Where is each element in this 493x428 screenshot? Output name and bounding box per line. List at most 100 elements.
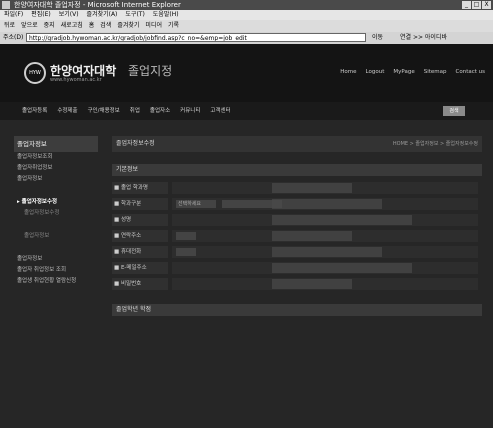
form-value — [172, 278, 478, 290]
form-value — [172, 182, 478, 194]
address-bar: 주소(D) http://gradjob.hywoman.ac.kr/gradj… — [0, 32, 493, 44]
global-nav: 졸업자등록 수정제출 구인/채용정보 취업 졸업자소 커뮤니티 고객센터 검색 — [0, 102, 493, 120]
home-button[interactable]: 홈 — [89, 20, 95, 32]
left-nav-item[interactable]: 졸업자 취업정보 조회 — [14, 265, 98, 276]
maximize-button[interactable]: □ — [472, 1, 481, 9]
window-title-bar: 한양여자대학 졸업자정 - Microsoft Internet Explore… — [0, 0, 493, 10]
left-nav-item[interactable]: 졸업자정보 — [14, 174, 98, 185]
gnb-item[interactable]: 고객센터 — [210, 102, 230, 120]
form-value — [172, 230, 478, 242]
toplink-contact[interactable]: Contact us — [456, 69, 486, 75]
form-label: ■ E-메일주소 — [112, 262, 168, 274]
redacted-region — [272, 247, 382, 257]
left-nav-item[interactable]: 졸업자취업정보 — [14, 163, 98, 174]
left-nav-item[interactable]: 졸업자정보수정 — [14, 208, 98, 219]
form-row: ■ 연락주소 — [112, 230, 482, 242]
section-title: 졸업학년 학점 — [112, 304, 482, 316]
form-row: ■ 성명 — [112, 214, 482, 226]
left-nav-item[interactable]: 졸업자정보조회 — [14, 152, 98, 163]
form-row: ■ 비밀번호 — [112, 278, 482, 290]
redacted-region — [272, 199, 382, 209]
redacted-region — [272, 231, 352, 241]
gnb-item[interactable]: 취업 — [130, 102, 140, 120]
main-content: 졸업자정보수정 HOME > 졸업자정보 > 졸업자정보수정 기본정보 ■ 졸업… — [112, 136, 482, 316]
menu-file[interactable]: 파일(F) — [4, 10, 23, 20]
ie-icon — [2, 1, 10, 9]
university-logo-icon[interactable]: HYW — [24, 62, 46, 84]
form-label: ■ 졸업 학과명 — [112, 182, 168, 194]
site-subtitle: 졸업지정 — [128, 64, 173, 78]
menu-edit[interactable]: 편집(E) — [31, 10, 51, 20]
toplink-logout[interactable]: Logout — [366, 69, 385, 75]
form-label: ■ 학과구분 — [112, 198, 168, 210]
form-label: ■ 비밀번호 — [112, 278, 168, 290]
left-nav-item[interactable]: ▸ 졸업자정보수정 — [14, 197, 98, 208]
left-nav-spacer — [14, 185, 98, 197]
menu-bar: 파일(F) 편집(E) 보기(V) 즐겨찾기(A) 도구(T) 도움말(H) — [0, 10, 493, 20]
page-title: 졸업자정보수정 — [116, 140, 155, 147]
gnb-item[interactable]: 졸업자등록 — [22, 102, 47, 120]
menu-favorites[interactable]: 즐겨찾기(A) — [87, 10, 118, 20]
gnb-item[interactable]: 구인/채용정보 — [88, 102, 120, 120]
breadcrumb: HOME > 졸업자정보 > 졸업자정보수정 — [392, 141, 478, 147]
menu-view[interactable]: 보기(V) — [59, 10, 79, 20]
form-value — [172, 246, 478, 258]
browser-toolbar: 뒤로 앞으로 중지 새로고침 홈 검색 즐겨찾기 미디어 기록 — [0, 20, 493, 32]
stop-button[interactable]: 중지 — [44, 20, 55, 32]
form-value — [172, 262, 478, 274]
gnb-item[interactable]: 졸업자소 — [150, 102, 170, 120]
toplink-sitemap[interactable]: Sitemap — [424, 69, 447, 75]
go-button[interactable]: 이동 — [372, 32, 383, 44]
left-nav-list: 졸업자정보조회 졸업자취업정보 졸업자정보 ▸ 졸업자정보수정 졸업자정보수정 졸업자정보… — [14, 152, 98, 287]
form-row: ■ 학과구분 선택하세요 — [112, 198, 482, 210]
form-label: ■ 성명 — [112, 214, 168, 226]
refresh-button[interactable]: 새로고침 — [61, 20, 83, 32]
toplink-home[interactable]: Home — [340, 69, 356, 75]
window-title: 한양여자대학 졸업자정 - Microsoft Internet Explore… — [14, 1, 181, 9]
forward-button[interactable]: 앞으로 — [21, 20, 38, 32]
site-url: www.hywoman.ac.kr — [50, 77, 102, 83]
close-button[interactable]: X — [482, 1, 491, 9]
form-input[interactable]: 선택하세요 — [176, 200, 216, 208]
address-input[interactable]: http://gradjob.hywoman.ac.kr/gradjob/job… — [26, 33, 366, 42]
search-button[interactable]: 검색 — [100, 20, 111, 32]
site-header: HYW 한양여자대학 졸업지정 www.hywoman.ac.kr Home L… — [0, 44, 493, 102]
favorites-button[interactable]: 즐겨찾기 — [117, 20, 139, 32]
toplink-mypage[interactable]: MyPage — [393, 69, 414, 75]
gnb-search-button[interactable]: 검색 — [443, 106, 465, 116]
redacted-region — [272, 183, 352, 193]
left-nav-title: 졸업자정보 — [14, 136, 98, 152]
content-header: 졸업자정보수정 HOME > 졸업자정보 > 졸업자정보수정 — [112, 136, 482, 152]
form-input[interactable] — [176, 248, 196, 256]
left-nav-item[interactable]: 졸업자정보 — [14, 254, 98, 265]
form-row: ■ 졸업 학과명 — [112, 182, 482, 194]
left-nav-item[interactable]: 졸업생 취업현황 열람신청 — [14, 276, 98, 287]
back-button[interactable]: 뒤로 — [4, 20, 15, 32]
form-label: ■ 휴대전화 — [112, 246, 168, 258]
media-button[interactable]: 미디어 — [145, 20, 162, 32]
window-controls: _ □ X — [462, 1, 491, 9]
address-label: 주소(D) — [3, 34, 24, 41]
history-button[interactable]: 기록 — [168, 20, 179, 32]
form-label: ■ 연락주소 — [112, 230, 168, 242]
redacted-region — [272, 263, 412, 273]
form-value — [172, 214, 478, 226]
form-value: 선택하세요 — [172, 198, 478, 210]
left-nav-item[interactable]: 졸업자정보 — [14, 231, 98, 242]
menu-help[interactable]: 도움말(H) — [153, 10, 179, 20]
left-nav-spacer — [14, 219, 98, 231]
top-links: Home Logout MyPage Sitemap Contact us — [340, 69, 485, 75]
redacted-region — [272, 279, 352, 289]
left-nav-spacer — [14, 242, 98, 254]
links-toolbar[interactable]: 연결 >> 아이디바 — [400, 32, 447, 44]
form-input[interactable] — [176, 232, 196, 240]
gnb-item[interactable]: 수정제출 — [57, 102, 77, 120]
left-nav: 졸업자정보 졸업자정보조회 졸업자취업정보 졸업자정보 ▸ 졸업자정보수정 졸업자정보수… — [14, 136, 98, 287]
minimize-button[interactable]: _ — [462, 1, 471, 9]
gnb-item[interactable]: 커뮤니티 — [180, 102, 200, 120]
form-row: ■ 휴대전화 — [112, 246, 482, 258]
redacted-region — [272, 215, 412, 225]
menu-tools[interactable]: 도구(T) — [125, 10, 144, 20]
section-title: 기본정보 — [112, 164, 482, 176]
form-row: ■ E-메일주소 — [112, 262, 482, 274]
